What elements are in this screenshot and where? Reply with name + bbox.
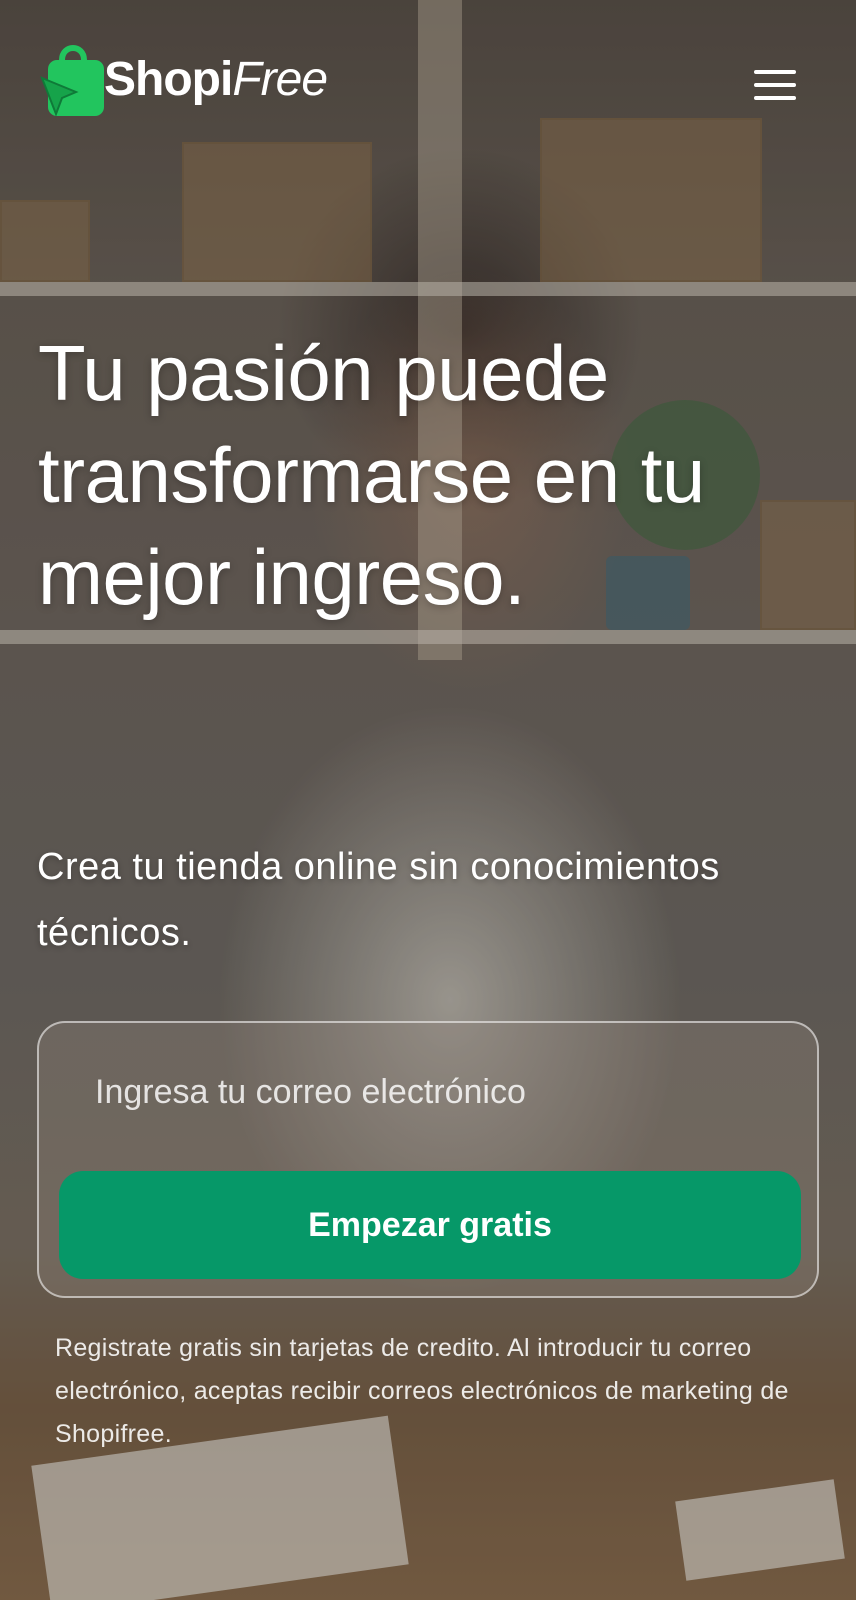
shopping-bag-cursor-icon <box>40 36 108 122</box>
hamburger-menu-icon[interactable] <box>754 70 796 104</box>
signup-disclaimer: Registrate gratis sin tarjetas de credit… <box>55 1334 789 1448</box>
brand-name-part2: Free <box>232 52 328 106</box>
brand-name-part1: Shopi <box>104 52 233 106</box>
brand-wordmark: ShopiFree <box>104 52 328 107</box>
email-input[interactable] <box>59 1043 801 1141</box>
hero-headline: Tu pasión puede transformarse en tu mejo… <box>38 329 705 621</box>
site-header: ShopiFree <box>40 36 816 126</box>
hero-subheadline: Crea tu tienda online sin conocimientos … <box>37 846 720 954</box>
brand-logo[interactable]: ShopiFree <box>40 36 328 122</box>
start-free-button[interactable]: Empezar gratis <box>59 1171 801 1279</box>
signup-form: Empezar gratis <box>37 1021 819 1298</box>
